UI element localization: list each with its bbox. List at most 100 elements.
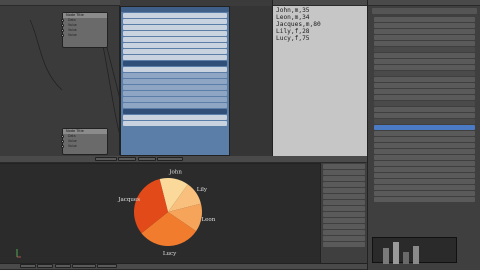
side-field[interactable] [323, 170, 365, 175]
side-field[interactable] [323, 164, 365, 169]
prop-field[interactable] [374, 191, 475, 196]
toolbar-button[interactable] [156, 157, 183, 161]
pie-chart: John Lily Leon Lucy Jacques [117, 170, 215, 257]
prop-field[interactable] [374, 179, 475, 184]
panel-item [123, 73, 227, 78]
text-line: Leon,m,34 [276, 14, 310, 21]
preview-thumbnail [372, 237, 457, 264]
prop-field[interactable] [374, 65, 475, 70]
prop-field[interactable] [374, 107, 475, 112]
prop-field[interactable] [374, 161, 475, 166]
side-field[interactable] [323, 230, 365, 235]
prop-field[interactable] [374, 113, 475, 118]
status-button[interactable] [20, 264, 36, 268]
panel-field[interactable] [123, 25, 227, 30]
prop-slider[interactable] [374, 125, 475, 130]
panel-field[interactable] [123, 37, 227, 42]
prop-field[interactable] [374, 137, 475, 142]
properties-panel[interactable] [367, 0, 480, 270]
prop-field[interactable] [374, 155, 475, 160]
prop-field[interactable] [374, 83, 475, 88]
toolbar-button[interactable] [137, 157, 156, 161]
prop-field[interactable] [374, 131, 475, 136]
panel-field[interactable] [123, 43, 227, 48]
prop-field[interactable] [374, 185, 475, 190]
panel-field[interactable] [123, 115, 227, 120]
node-row: Value [61, 144, 107, 149]
prop-section [374, 101, 475, 106]
status-button[interactable] [54, 264, 71, 268]
pie-label: Jacques [117, 197, 140, 203]
side-field[interactable] [323, 200, 365, 205]
panel-field[interactable] [123, 121, 227, 126]
pie-label: Lucy [163, 251, 177, 257]
panel-field[interactable] [123, 31, 227, 36]
side-field[interactable] [323, 206, 365, 211]
panel-section [123, 61, 227, 66]
prop-field[interactable] [374, 95, 475, 100]
viewport-toolbar[interactable] [95, 157, 355, 162]
side-field[interactable] [323, 212, 365, 217]
prop-field[interactable] [374, 53, 475, 58]
properties-header [368, 0, 480, 6]
panel-item [123, 103, 227, 108]
prop-field[interactable] [374, 149, 475, 154]
node-editor[interactable]: Node Title Data Value Value Value Node T… [0, 0, 120, 155]
viewport[interactable]: John Lily Leon Lucy Jacques [0, 163, 320, 263]
axis-gizmo [16, 248, 22, 258]
panel-item [123, 91, 227, 96]
status-button[interactable] [71, 264, 96, 268]
prop-section [374, 47, 475, 52]
pie-label: Lily [197, 187, 208, 193]
panel-item [123, 85, 227, 90]
side-field[interactable] [323, 218, 365, 223]
prop-section [374, 71, 475, 76]
panel-section [123, 109, 227, 114]
properties-tabs[interactable] [372, 8, 477, 14]
prop-field[interactable] [374, 89, 475, 94]
prop-field[interactable] [374, 143, 475, 148]
node-bottom[interactable]: Node Title Data Value Value [61, 128, 108, 155]
text-editor[interactable]: John,m,35 Leon,m,34 Jacques,m,80 Lily,f,… [272, 0, 368, 160]
side-field[interactable] [323, 188, 365, 193]
side-field[interactable] [323, 224, 365, 229]
prop-field[interactable] [374, 29, 475, 34]
side-field[interactable] [323, 182, 365, 187]
text-line: Lily,f,28 [276, 28, 310, 35]
panel-field[interactable] [123, 13, 227, 18]
prop-field[interactable] [374, 17, 475, 22]
text-line: Lucy,f,75 [276, 35, 310, 42]
side-field[interactable] [323, 242, 365, 247]
panel-field[interactable] [123, 49, 227, 54]
node-panel[interactable] [120, 6, 230, 156]
status-button[interactable] [97, 264, 118, 268]
node-panel-header [121, 7, 229, 12]
status-toolbar[interactable] [20, 264, 320, 269]
prop-field[interactable] [374, 41, 475, 46]
panel-dropdown[interactable] [123, 67, 227, 72]
panel-item [123, 97, 227, 102]
panel-field[interactable] [123, 19, 227, 24]
side-field[interactable] [323, 194, 365, 199]
prop-field[interactable] [374, 197, 475, 202]
toolbar-button[interactable] [95, 157, 117, 161]
text-line: Jacques,m,80 [276, 21, 321, 28]
panel-field[interactable] [123, 55, 227, 60]
pie-label: Leon [201, 217, 215, 223]
prop-field[interactable] [374, 35, 475, 40]
prop-field[interactable] [374, 173, 475, 178]
side-field[interactable] [323, 236, 365, 241]
node-editor-gap [230, 6, 272, 156]
toolbar-button[interactable] [118, 157, 137, 161]
prop-field[interactable] [374, 23, 475, 28]
status-button[interactable] [37, 264, 54, 268]
side-field[interactable] [323, 176, 365, 181]
prop-field[interactable] [374, 167, 475, 172]
node-row: Value [61, 33, 107, 38]
prop-field[interactable] [374, 77, 475, 82]
node-top[interactable]: Node Title Data Value Value Value [61, 12, 108, 48]
prop-section [374, 119, 475, 124]
viewport-sidepanel[interactable] [320, 163, 367, 263]
text-line: John,m,35 [276, 7, 310, 14]
prop-field[interactable] [374, 59, 475, 64]
